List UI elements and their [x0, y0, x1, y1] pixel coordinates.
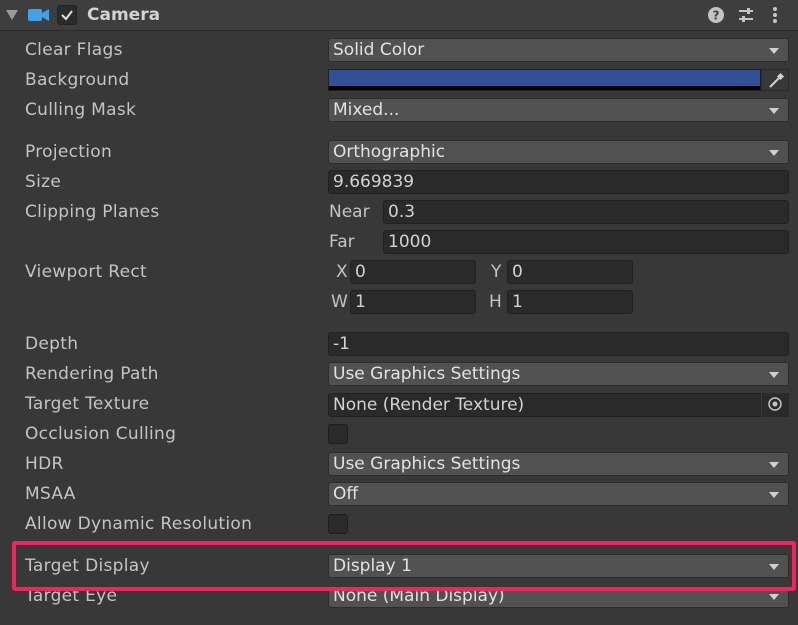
viewport-y-label: Y: [491, 262, 502, 282]
projection-value: Orthographic: [333, 142, 446, 162]
checkmark-icon: [61, 10, 73, 21]
culling-mask-dropdown[interactable]: Mixed...: [328, 98, 789, 122]
clear-flags-label: Clear Flags: [25, 40, 123, 60]
msaa-dropdown[interactable]: Off: [328, 482, 789, 506]
allow-dynamic-resolution-checkbox[interactable]: [328, 514, 348, 534]
viewport-rect-label: Viewport Rect: [25, 262, 148, 282]
foldout-triangle-icon[interactable]: [6, 10, 18, 20]
viewport-w-input[interactable]: 1: [350, 290, 476, 314]
presets-icon[interactable]: [737, 6, 755, 24]
background-color-swatch: [329, 70, 760, 86]
help-icon[interactable]: ?: [707, 6, 725, 24]
component-enabled-checkbox[interactable]: [57, 5, 77, 25]
target-texture-label: Target Texture: [25, 394, 150, 414]
projection-dropdown[interactable]: Orthographic: [328, 140, 789, 164]
rendering-path-value: Use Graphics Settings: [333, 364, 521, 384]
highlight-box: [12, 541, 796, 591]
background-label: Background: [25, 70, 130, 90]
viewport-w-label: W: [331, 292, 348, 312]
depth-label: Depth: [25, 334, 79, 354]
clipping-planes-label: Clipping Planes: [25, 202, 160, 222]
allow-dynamic-resolution-label: Allow Dynamic Resolution: [25, 514, 253, 534]
object-picker-icon: [768, 397, 782, 411]
eyedropper-button[interactable]: [761, 69, 789, 91]
kebab-menu-icon[interactable]: [770, 6, 780, 24]
size-input[interactable]: 9.669839: [328, 170, 789, 194]
viewport-h-label: H: [489, 292, 502, 312]
hdr-value: Use Graphics Settings: [333, 454, 521, 474]
occlusion-culling-label: Occlusion Culling: [25, 424, 177, 444]
projection-label: Projection: [25, 142, 113, 162]
clear-flags-dropdown[interactable]: Solid Color: [328, 38, 789, 62]
chevron-down-icon: [769, 48, 779, 54]
size-label: Size: [25, 172, 62, 192]
chevron-down-icon: [769, 108, 779, 114]
chevron-down-icon: [769, 150, 779, 156]
msaa-label: MSAA: [25, 484, 76, 504]
msaa-value: Off: [333, 484, 359, 504]
hdr-dropdown[interactable]: Use Graphics Settings: [328, 452, 789, 476]
component-header: Camera ?: [0, 0, 798, 31]
far-plane-input[interactable]: 1000: [383, 230, 789, 254]
chevron-down-icon: [769, 492, 779, 498]
object-picker-button[interactable]: [761, 393, 789, 417]
near-plane-input[interactable]: 0.3: [383, 200, 789, 224]
viewport-y-input[interactable]: 0: [507, 260, 633, 284]
chevron-down-icon: [769, 594, 779, 600]
target-texture-field[interactable]: None (Render Texture): [328, 393, 789, 417]
hdr-label: HDR: [25, 454, 64, 474]
camera-icon: [28, 9, 49, 21]
far-label: Far: [329, 232, 355, 252]
rendering-path-dropdown[interactable]: Use Graphics Settings: [328, 362, 789, 386]
occlusion-culling-checkbox[interactable]: [328, 424, 348, 444]
depth-input[interactable]: -1: [328, 332, 789, 356]
near-label: Near: [329, 202, 370, 222]
chevron-down-icon: [769, 372, 779, 378]
viewport-h-input[interactable]: 1: [507, 290, 633, 314]
viewport-x-label: X: [336, 262, 348, 282]
viewport-x-input[interactable]: 0: [350, 260, 476, 284]
component-title: Camera: [87, 5, 161, 25]
clear-flags-value: Solid Color: [333, 40, 425, 60]
chevron-down-icon: [769, 462, 779, 468]
svg-text:?: ?: [713, 9, 720, 23]
culling-mask-value: Mixed...: [333, 100, 400, 120]
background-color-field[interactable]: [328, 69, 761, 91]
eyedropper-icon: [769, 72, 785, 88]
rendering-path-label: Rendering Path: [25, 364, 159, 384]
culling-mask-label: Culling Mask: [25, 100, 137, 120]
